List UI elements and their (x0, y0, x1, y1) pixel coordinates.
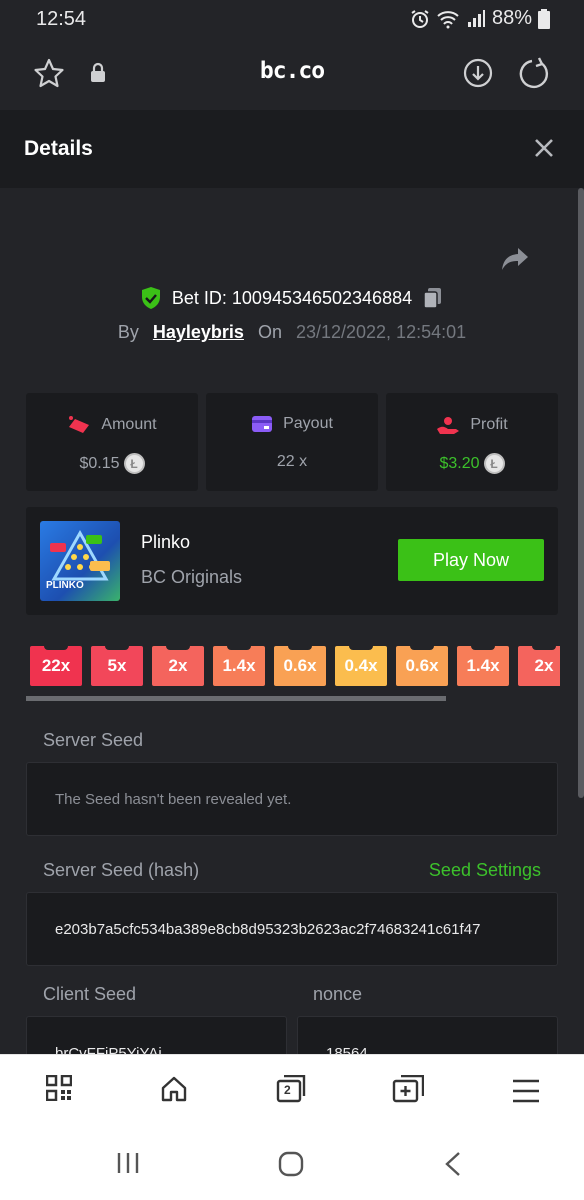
alarm-icon (411, 9, 429, 28)
payout-card: Payout 22 x (206, 393, 378, 491)
amount-card: Amount $0.15 Ł (26, 393, 198, 491)
litecoin-icon: Ł (483, 453, 505, 474)
profit-label: Profit (470, 416, 508, 433)
on-label: On (257, 322, 282, 342)
multiplier-slot: 22x (30, 646, 82, 686)
recent-apps-icon[interactable] (116, 1152, 140, 1174)
server-seed-box: The Seed hasn't been revealed yet. (26, 762, 558, 836)
nonce-label: nonce (313, 984, 363, 1004)
game-card: PLINKO Plinko BC Originals Play Now (26, 507, 558, 615)
server-hash-box[interactable]: e203b7a5cfc534ba389e8cb8d95323b2623ac2f7… (26, 892, 558, 966)
horizontal-scrollbar[interactable] (26, 696, 446, 701)
tabs-count: 2 (284, 1083, 291, 1097)
wifi-icon (437, 10, 459, 28)
bet-date: 23/12/2022, 12:54:01 (295, 322, 467, 342)
copy-icon[interactable] (422, 286, 444, 310)
payout-value: 22 x (276, 453, 308, 470)
client-seed-label: Client Seed (43, 984, 137, 1004)
bet-stats: Amount $0.15 Ł Payout 22 x Profit $3.20 (26, 393, 558, 491)
plinko-thumbnail[interactable]: PLINKO (40, 521, 120, 601)
bet-meta-row: By Hayleybris On 23/12/2022, 12:54:01 (0, 322, 584, 343)
multiplier-slot: 1.4x (213, 646, 265, 686)
details-title: Details (24, 137, 93, 160)
server-seed-label: Server Seed (43, 730, 144, 750)
signal-icon (467, 9, 485, 27)
status-bar: 12:54 88% (0, 0, 584, 40)
share-icon[interactable] (500, 246, 530, 272)
battery-icon (538, 8, 550, 29)
server-seed-value: The Seed hasn't been revealed yet. (55, 791, 292, 808)
payout-label: Payout (283, 415, 333, 432)
home-icon[interactable] (160, 1075, 188, 1103)
payout-icon (252, 416, 273, 432)
nonce-value: 18564 (326, 1045, 368, 1054)
litecoin-icon: Ł (123, 453, 145, 474)
qr-code-icon[interactable] (46, 1075, 72, 1101)
multiplier-slot: 1.4x (457, 646, 509, 686)
new-tab-icon[interactable] (392, 1075, 424, 1103)
bet-id-row: Bet ID: 100945346502346884 (0, 286, 584, 310)
multiplier-slot: 0.6x (274, 646, 326, 686)
amount-icon (69, 416, 90, 433)
multiplier-slot: 5x (91, 646, 143, 686)
seed-settings-link[interactable]: Seed Settings (429, 860, 541, 881)
profit-card: Profit $3.20 Ł (386, 393, 558, 491)
browser-bar: bc.co (0, 40, 584, 110)
status-icons: 88% (410, 7, 550, 30)
browser-bottom-nav: 2 (0, 1054, 584, 1126)
back-icon[interactable] (444, 1151, 462, 1177)
battery-percent: 88% (491, 7, 532, 29)
play-now-button[interactable]: Play Now (398, 539, 544, 581)
reload-icon[interactable] (519, 57, 551, 89)
details-header: Details (0, 110, 584, 188)
amount-value: $0.15 (79, 454, 120, 472)
game-provider: BC Originals (141, 567, 243, 587)
client-seed-value: brCvFFjP5YiYAj (55, 1045, 162, 1054)
shield-check-icon (141, 287, 160, 309)
vertical-scrollbar[interactable] (578, 188, 584, 798)
menu-icon[interactable] (512, 1079, 540, 1103)
system-nav-bar (0, 1126, 584, 1200)
download-icon[interactable] (462, 57, 494, 89)
plinko-thumb-label: PLINKO (46, 580, 84, 591)
status-time: 12:54 (36, 8, 87, 30)
nonce-box[interactable]: 18564 (297, 1016, 558, 1054)
profit-value: $3.20 (439, 454, 480, 472)
by-label: By (117, 322, 139, 342)
client-seed-box[interactable]: brCvFFjP5YiYAj (26, 1016, 287, 1054)
home-button-icon[interactable] (278, 1151, 304, 1177)
multiplier-slot: 0.6x (396, 646, 448, 686)
url-field[interactable]: bc.co (0, 58, 584, 84)
server-hash-label: Server Seed (hash) (43, 860, 200, 880)
game-name: Plinko (141, 532, 191, 552)
username-link[interactable]: Hayleybris (153, 322, 244, 343)
multiplier-slot: 0.4x (335, 646, 387, 686)
multiplier-slot: 2x (518, 646, 560, 686)
tabs-icon[interactable]: 2 (276, 1074, 306, 1108)
multiplier-slot: 2x (152, 646, 204, 686)
amount-label: Amount (101, 416, 157, 433)
bet-id: Bet ID: 100945346502346884 (171, 287, 413, 308)
bet-details-panel: Bet ID: 100945346502346884 By Hayleybris… (0, 188, 584, 1054)
profit-icon (437, 417, 460, 434)
server-hash-value: e203b7a5cfc534ba389e8cb8d95323b2623ac2f7… (55, 921, 481, 938)
multiplier-row: 22x 5x 2x 1.4x 0.6x 0.4x 0.6x 1.4x 2x (30, 646, 560, 688)
close-icon[interactable] (532, 136, 556, 160)
